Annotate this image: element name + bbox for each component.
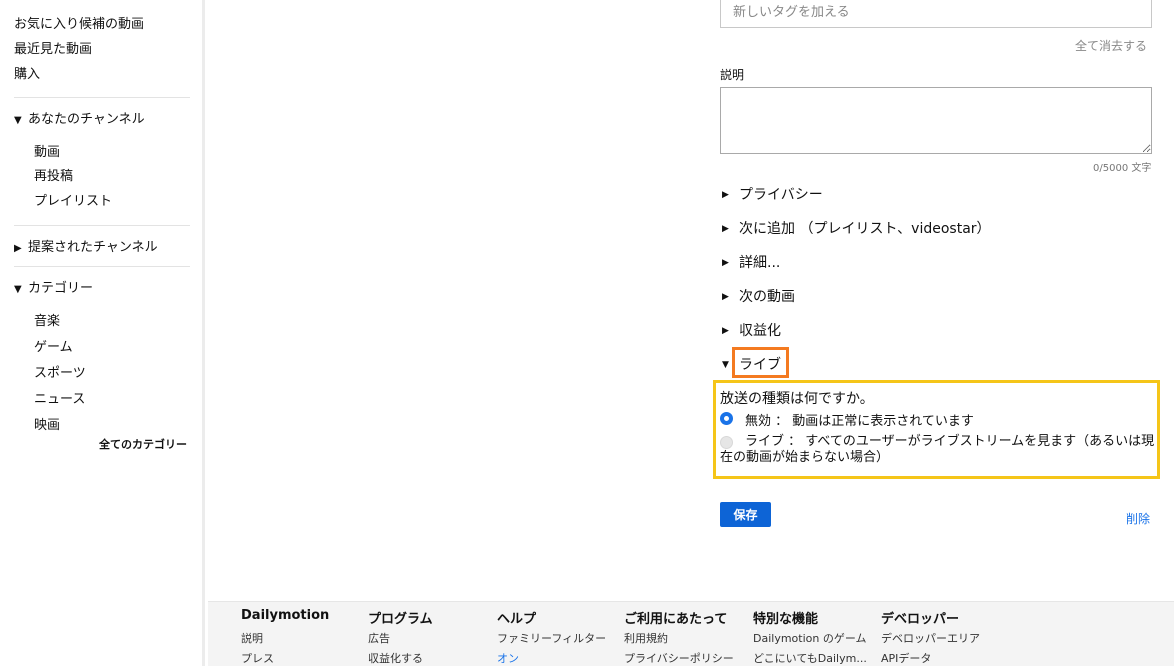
sidebar-section-your-channel[interactable]: ▼ あなたのチャンネル — [14, 108, 145, 127]
footer-column-title: 特別な機能 — [753, 612, 819, 627]
footer-link-games[interactable]: Dailymotion のゲーム — [753, 630, 868, 650]
sidebar-item-games[interactable]: ゲーム — [34, 336, 73, 355]
footer-column-title: ご利用にあたって — [624, 612, 728, 627]
broadcast-type-question: 放送の種類は何ですか。 — [720, 391, 874, 407]
sidebar-item-news[interactable]: ニュース — [34, 388, 85, 407]
delete-link[interactable]: 削除 — [1126, 510, 1150, 527]
sidebar-section-suggested-channels[interactable]: ▶ 提案されたチャンネル — [14, 236, 158, 255]
section-label: 詳細... — [739, 255, 781, 271]
triangle-down-icon: ▼ — [14, 115, 22, 126]
footer-column-special-features: 特別な機能 Dailymotion のゲーム どこにいてもDailym... — [753, 608, 868, 666]
footer-column-title: デベロッパー — [881, 612, 960, 627]
footer-link-monetize[interactable]: 収益化する — [368, 650, 433, 666]
clear-all-link[interactable]: 全て消去する — [1075, 37, 1147, 54]
sidebar-item-videos[interactable]: 動画 — [34, 141, 60, 160]
footer-link-terms[interactable]: 利用規約 — [624, 630, 734, 650]
section-label: プライバシー — [739, 187, 823, 203]
radio-disabled-option[interactable] — [720, 412, 733, 425]
footer-column-title: ヘルプ — [497, 612, 537, 627]
section-label: 次の動画 — [739, 289, 795, 305]
sidebar-section-label: あなたのチャンネル — [28, 112, 145, 127]
footer-link-anywhere[interactable]: どこにいてもDailym... — [753, 650, 868, 666]
radio-disabled-label[interactable]: 無効 ： 動画は正常に表示されています — [745, 410, 974, 429]
save-button[interactable]: 保存 — [720, 502, 771, 527]
footer-link-advertising[interactable]: 広告 — [368, 630, 433, 650]
section-label: 収益化 — [739, 323, 781, 339]
footer: Dailymotion 説明 プレス プログラム 広告 収益化する ヘルプ ファ… — [208, 601, 1174, 666]
sidebar-divider — [14, 225, 190, 226]
section-next-video[interactable]: ▶ 次の動画 — [722, 286, 795, 306]
footer-link-about[interactable]: 説明 — [241, 630, 329, 650]
footer-column-title: プログラム — [368, 612, 433, 627]
footer-column-programs: プログラム 広告 収益化する — [368, 608, 433, 666]
sidebar-divider — [14, 266, 190, 267]
footer-link-developer-area[interactable]: デベロッパーエリア — [881, 630, 980, 650]
sidebar-item-movies[interactable]: 映画 — [34, 414, 60, 433]
footer-link-api-data[interactable]: APIデータ — [881, 650, 980, 666]
description-label: 説明 — [720, 68, 745, 82]
sidebar-section-label: カテゴリー — [28, 281, 94, 296]
footer-link-family-filter-on[interactable]: オン — [497, 650, 606, 666]
footer-column-dailymotion: Dailymotion 説明 プレス — [241, 608, 329, 666]
triangle-right-icon: ▶ — [722, 326, 729, 336]
sidebar-section-label: 提案されたチャンネル — [28, 240, 158, 255]
sidebar-item-purchases[interactable]: 購入 — [14, 63, 40, 82]
sidebar-item-reposts[interactable]: 再投稿 — [34, 165, 73, 184]
section-details[interactable]: ▶ 詳細... — [722, 252, 780, 272]
section-add-to-playlist[interactable]: ▶ 次に追加 （プレイリスト、videostar） — [722, 218, 991, 238]
footer-column-developers: デベロッパー デベロッパーエリア APIデータ — [881, 608, 980, 666]
live-highlight-box — [732, 347, 789, 378]
footer-link-privacy-policy[interactable]: プライバシーポリシー — [624, 650, 734, 666]
sidebar-divider — [14, 97, 190, 98]
sidebar: お気に入り候補の動画 最近見た動画 購入 ▼ あなたのチャンネル 動画 再投稿 プ… — [0, 0, 205, 666]
char-count: 0/5000 文字 — [1093, 163, 1152, 174]
triangle-right-icon: ▶ — [14, 243, 22, 254]
sidebar-section-categories[interactable]: ▼ カテゴリー — [14, 277, 93, 296]
description-field[interactable] — [720, 87, 1152, 154]
footer-link-family-filter[interactable]: ファミリーフィルター — [497, 630, 606, 650]
sidebar-item-music[interactable]: 音楽 — [34, 310, 60, 329]
triangle-down-icon: ▼ — [14, 284, 22, 295]
footer-column-help: ヘルプ ファミリーフィルター オン — [497, 608, 606, 666]
sidebar-item-recently-watched[interactable]: 最近見た動画 — [14, 38, 92, 57]
triangle-right-icon: ▶ — [722, 190, 729, 200]
sidebar-item-favorite-candidates[interactable]: お気に入り候補の動画 — [14, 13, 144, 32]
tag-input[interactable] — [720, 0, 1152, 28]
triangle-right-icon: ▶ — [722, 292, 729, 302]
footer-column-title: Dailymotion — [241, 608, 330, 623]
section-monetization[interactable]: ▶ 収益化 — [722, 320, 781, 340]
triangle-right-icon: ▶ — [722, 224, 729, 234]
section-label: 次に追加 （プレイリスト、videostar） — [739, 221, 991, 237]
radio-live-label[interactable]: ライブ ： すべてのユーザーがライブストリームを見ます（あるいは現在の動画が始ま… — [720, 434, 1156, 466]
triangle-right-icon: ▶ — [722, 258, 729, 268]
sidebar-item-sports[interactable]: スポーツ — [34, 362, 86, 381]
footer-link-press[interactable]: プレス — [241, 650, 329, 666]
all-categories-link[interactable]: 全てのカテゴリー — [99, 436, 187, 452]
section-privacy[interactable]: ▶ プライバシー — [722, 184, 823, 204]
footer-column-usage: ご利用にあたって 利用規約 プライバシーポリシー — [624, 608, 734, 666]
sidebar-item-playlists[interactable]: プレイリスト — [34, 190, 112, 209]
